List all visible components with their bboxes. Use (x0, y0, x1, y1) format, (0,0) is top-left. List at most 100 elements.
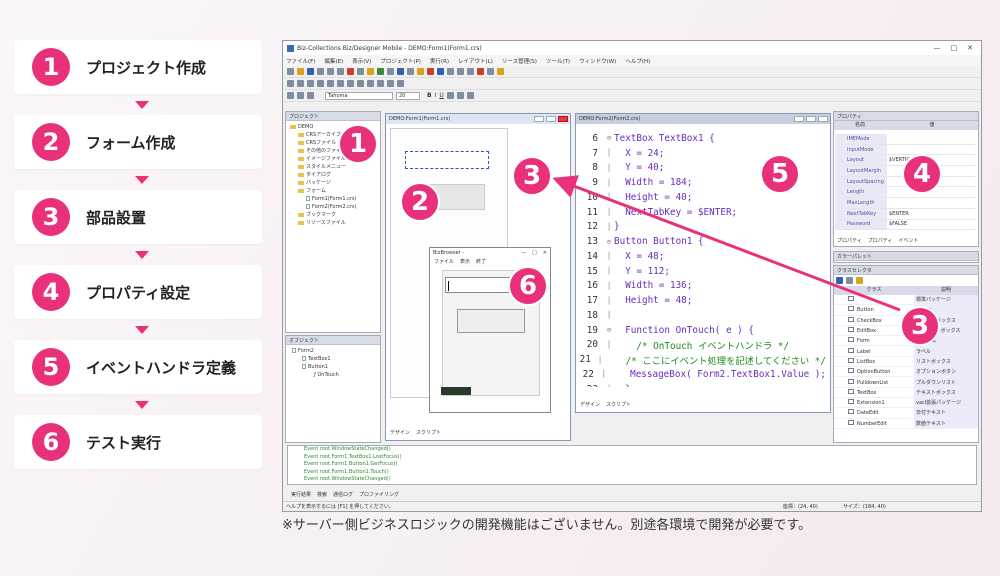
property-value[interactable] (887, 198, 975, 208)
grid-icon[interactable] (397, 68, 404, 75)
layout-icon[interactable] (497, 68, 504, 75)
open-icon[interactable] (297, 68, 304, 75)
tree-item[interactable]: ブックマーク (290, 211, 380, 219)
code-line[interactable]: 21 │ /* ここにイベント処理を記述してください */ (578, 352, 826, 367)
play-icon[interactable] (437, 68, 444, 75)
tree-item[interactable]: Button1 (292, 363, 380, 371)
step-icon[interactable] (467, 68, 474, 75)
align-right-icon[interactable] (307, 80, 314, 87)
tab-property-2[interactable]: プロパティ (868, 237, 893, 244)
textbox-selected[interactable] (405, 151, 489, 169)
run-icon[interactable] (427, 68, 434, 75)
menu-project[interactable]: プロジェクト(P) (380, 57, 421, 65)
class-row[interactable]: OptionButton オプションボタン (834, 367, 978, 378)
tab-design[interactable]: デザイン (580, 401, 600, 408)
menu-file[interactable]: ファイル(F) (286, 57, 315, 65)
class-row[interactable]: TextBox テキストボックス (834, 387, 978, 398)
minimize-icon[interactable]: — (934, 44, 941, 52)
property-value[interactable] (887, 134, 975, 144)
tab-comm-log[interactable]: 通信ログ (333, 491, 353, 498)
same-height-icon[interactable] (357, 80, 364, 87)
test-button[interactable] (457, 309, 525, 333)
undo-icon[interactable] (347, 68, 354, 75)
italic-icon[interactable]: I (435, 92, 437, 99)
new-icon[interactable] (287, 68, 294, 75)
menu-edit[interactable]: 編集(E) (324, 57, 343, 65)
tab-property[interactable]: プロパティ (837, 237, 862, 244)
browser-menu-file[interactable]: ファイル (434, 258, 454, 265)
breakpoint-icon[interactable] (477, 68, 484, 75)
class-row[interactable]: Extension1 vacl拡張パッケージ (834, 397, 978, 409)
code-line[interactable]: 10 │ Height = 40; (578, 190, 826, 205)
code-line[interactable]: 6 ⊖ TextBox TextBox1 { (578, 131, 826, 146)
order-icon[interactable] (387, 80, 394, 87)
tab-profiling[interactable]: プロファイリング (359, 491, 399, 498)
tree-item[interactable]: パッケージ (290, 179, 380, 187)
fold-icon[interactable]: │ (604, 341, 614, 349)
property-row[interactable]: Password $FALSE (835, 219, 975, 231)
minimize-icon[interactable] (794, 116, 804, 122)
tree-item[interactable]: スタイルメニュー (290, 163, 380, 171)
close-icon[interactable]: ✕ (543, 250, 547, 256)
minimize-icon[interactable] (534, 116, 544, 122)
code-line[interactable]: 18 │ (578, 308, 826, 323)
menu-layout[interactable]: レイアウト(L) (458, 57, 493, 65)
fold-icon[interactable]: │ (604, 164, 614, 172)
menu-help[interactable]: ヘルプ(H) (625, 57, 650, 65)
underline-icon[interactable]: U (439, 92, 443, 99)
tree-icon[interactable] (856, 277, 863, 284)
property-row[interactable]: NextTabKey $ENTER (835, 208, 975, 220)
watch-icon[interactable] (487, 68, 494, 75)
fold-icon[interactable]: │ (600, 370, 608, 378)
code-line[interactable]: 20 │ /* OnTouch イベントハンドラ */ (578, 338, 826, 353)
code-line[interactable]: 14 │ X = 48; (578, 249, 826, 264)
code-line[interactable]: 16 │ Width = 136; (578, 279, 826, 294)
text-align-left-icon[interactable] (446, 92, 454, 99)
fold-icon[interactable]: │ (604, 297, 614, 305)
font-name-select[interactable]: Tahoma (325, 91, 393, 100)
font-size-select[interactable]: 20 (396, 91, 420, 100)
lamp-icon[interactable] (417, 68, 424, 75)
class-row[interactable]: ListBox リストボックス (834, 356, 978, 368)
tab-script[interactable]: スクリプト (416, 429, 441, 436)
align-left-icon[interactable] (287, 80, 294, 87)
text-align-center-icon[interactable] (456, 92, 464, 99)
tree-item[interactable]: Form2 (292, 347, 380, 355)
fold-icon[interactable]: │ (604, 208, 614, 216)
restore-icon[interactable] (546, 116, 556, 122)
same-width-icon[interactable] (347, 80, 354, 87)
property-value[interactable]: $ENTER (887, 208, 975, 219)
fold-icon[interactable]: │ (604, 179, 614, 187)
browser-menu-view[interactable]: 表示 (460, 258, 470, 265)
align-icon[interactable] (407, 68, 414, 75)
close-icon[interactable] (558, 116, 568, 122)
fold-icon[interactable]: ⊖ (604, 326, 614, 334)
class-row[interactable]: DateEdit 日付テキスト (834, 408, 978, 419)
class-row[interactable]: 標準パッケージ (834, 295, 978, 306)
deploy-icon[interactable] (377, 68, 384, 75)
code-line[interactable]: 23│ } (578, 382, 826, 387)
maximize-icon[interactable]: □ (951, 44, 958, 52)
restore-icon[interactable] (806, 116, 816, 122)
close-icon[interactable]: ✕ (967, 44, 973, 52)
menu-view[interactable]: 表示(V) (352, 57, 371, 65)
property-value[interactable] (887, 144, 975, 155)
spacing-icon[interactable] (377, 80, 384, 87)
pointer-icon[interactable] (836, 277, 843, 284)
copy-icon[interactable] (327, 68, 334, 75)
fold-icon[interactable]: ⊖ (604, 238, 614, 246)
menu-source[interactable]: ソース管理(S) (502, 57, 537, 65)
menu-window[interactable]: ウィンドウ(W) (579, 57, 616, 65)
bold-icon[interactable]: B (427, 92, 432, 99)
fold-icon[interactable]: │ (604, 267, 614, 275)
menu-tools[interactable]: ツール(T) (546, 57, 570, 65)
tab-script[interactable]: スクリプト (606, 401, 631, 408)
comment-icon[interactable] (307, 92, 314, 99)
fold-icon[interactable]: │ (604, 223, 614, 231)
redo-icon[interactable] (357, 68, 364, 75)
tab-search[interactable]: 検索 (317, 491, 327, 498)
tree-item[interactable]: Form1(Form1.crs) (290, 195, 380, 203)
align-top-icon[interactable] (317, 80, 324, 87)
code-line[interactable]: 15 │ Y = 112; (578, 264, 826, 279)
pause-icon[interactable] (447, 68, 454, 75)
